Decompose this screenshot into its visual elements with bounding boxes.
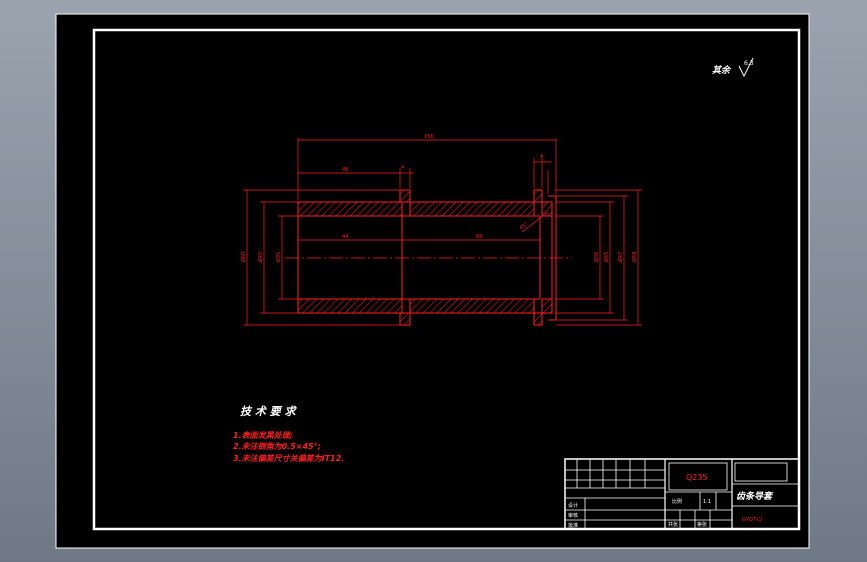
dim-bore-right: 68: [476, 234, 482, 240]
dim-right-dia-4: Ø48: [631, 252, 638, 262]
dim-bore-left: 44: [342, 234, 348, 240]
tech-req-item-3: 3.未注偏差尺寸关偏差为IT12.: [233, 454, 344, 463]
designer-label: 设计: [568, 502, 578, 509]
drawing-number-text: GYQT-CJ: [742, 517, 763, 523]
dim-overall-length: 156: [424, 134, 434, 140]
cad-viewport[interactable]: 其余 6.3 156 48 4 4 44 68 45° Ø60 Ø45 Ø35 …: [0, 0, 867, 562]
dim-left-dia-2: Ø45: [257, 252, 264, 262]
drawing-sheet: [55, 13, 810, 549]
tech-req-title: 技 术 要 求: [240, 405, 297, 418]
dim-right-groove: 4: [540, 154, 543, 160]
dim-left-dia-1: Ø60: [240, 252, 247, 262]
checker-label: 审核: [568, 512, 578, 519]
roughness-value: 6.3: [744, 60, 754, 67]
scale-label: 比例: [672, 498, 682, 505]
tech-req-item-1: 1.表面发黑处理;: [233, 431, 293, 440]
dim-right-dia-2: Ø45: [603, 252, 610, 262]
dim-right-dia-3: Ø47: [617, 252, 624, 262]
quantity-label: 共张: [668, 521, 678, 528]
dim-left-segment: 48: [342, 167, 348, 173]
roughness-prefix: 其余: [712, 65, 732, 76]
dim-groove-width: 4: [401, 165, 404, 171]
dim-right-dia-1: Ø36: [593, 252, 600, 262]
sheet-label: 第张: [697, 521, 707, 528]
dim-left-dia-3: Ø35: [275, 252, 282, 262]
part-name-text: 齿条导套: [736, 491, 774, 502]
scale-value: 1:1: [703, 499, 711, 505]
tech-req-item-2: 2.未注倒角为0.5×45°;: [233, 442, 321, 451]
material-text: Q235: [686, 473, 708, 482]
approve-label: 批准: [568, 522, 578, 529]
